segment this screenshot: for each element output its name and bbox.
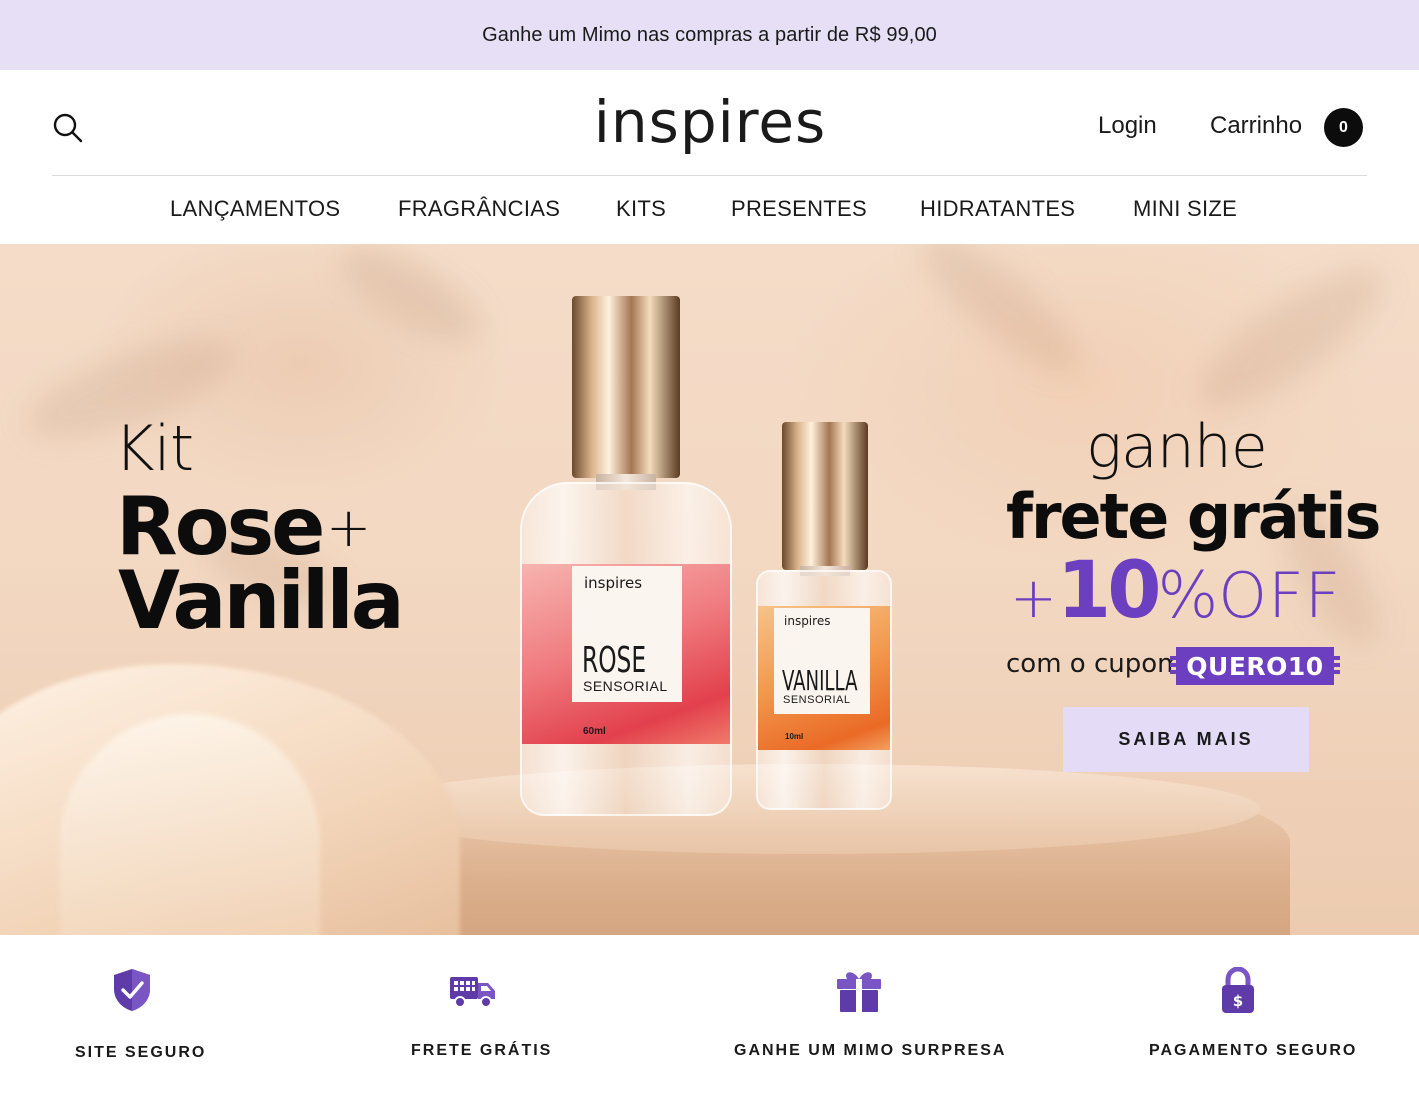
search-button[interactable] — [52, 112, 84, 144]
hero-banner[interactable]: inspires ROSE SENSORIAL 60ml inspires VA… — [0, 244, 1419, 935]
promo-text: Ganhe um Mimo nas compras a partir de R$… — [482, 23, 937, 46]
padlock-dollar-icon: $ — [1222, 967, 1254, 1013]
brand-logo[interactable]: inspires — [560, 88, 860, 156]
rose-label-name: ROSE — [582, 640, 647, 681]
hero-discount-line: +10%OFF — [1010, 546, 1341, 636]
rose-bottle-cap — [572, 296, 680, 478]
hero-vanilla-word: Vanilla — [118, 554, 405, 647]
features-strip: SITE SEGURO FRETE GRÁTIS GANHE UM MIMO S… — [0, 935, 1419, 1108]
nav-item-hidratantes[interactable]: HIDRATANTES — [920, 196, 1075, 222]
nav-item-lancamentos[interactable]: LANÇAMENTOS — [170, 196, 340, 222]
feature-label-pagamento-seguro: PAGAMENTO SEGURO — [1149, 1042, 1358, 1059]
leaf-shadow — [325, 244, 495, 360]
feature-label-mimo-surpresa: GANHE UM MIMO SURPRESA — [734, 1042, 1007, 1059]
coupon-caption: com o cupom — [1006, 649, 1183, 679]
vanilla-label-volume: 10ml — [785, 732, 804, 741]
main-nav: LANÇAMENTOS FRAGRÂNCIAS KITS PRESENTES H… — [0, 176, 1419, 244]
search-icon — [53, 113, 83, 143]
discount-off-text: OFF — [1218, 559, 1342, 632]
cart-link[interactable]: Carrinho — [1210, 112, 1302, 140]
login-link[interactable]: Login — [1098, 112, 1157, 140]
nav-item-kits[interactable]: KITS — [616, 196, 666, 222]
leaf-shadow — [904, 244, 1096, 392]
hero-kit-word: Kit — [114, 412, 194, 485]
vanilla-label-name: VANILLA — [782, 664, 858, 697]
cart-count-badge[interactable]: 0 — [1324, 108, 1363, 147]
feature-label-frete-gratis: FRETE GRÁTIS — [411, 1042, 553, 1059]
nav-item-fragrancias[interactable]: FRAGRÂNCIAS — [398, 196, 560, 222]
rose-label-sub: SENSORIAL — [583, 678, 668, 694]
discount-plus: + — [1010, 566, 1057, 631]
shield-check-icon — [114, 969, 150, 1011]
nav-item-mini-size[interactable]: MINI SIZE — [1133, 196, 1237, 222]
svg-text:$: $ — [1233, 992, 1243, 1010]
gift-icon — [837, 972, 881, 1012]
hero-frete-gratis-text: frete grátis — [1006, 480, 1381, 553]
vanilla-label-sub: SENSORIAL — [783, 694, 851, 706]
leaf-shadow — [1179, 247, 1401, 431]
hero-ganhe-text: ganhe — [1086, 412, 1268, 482]
coupon-code-tag: QUERO10 — [1170, 647, 1340, 685]
vanilla-label-brand: inspires — [784, 614, 831, 628]
rose-label-volume: 60ml — [583, 726, 606, 737]
feature-label-site-seguro: SITE SEGURO — [75, 1044, 207, 1061]
hero-plus-sign: + — [326, 496, 372, 559]
discount-number: 10 — [1056, 546, 1162, 636]
site-header: inspires Login Carrinho 0 — [0, 70, 1419, 177]
rose-label-brand: inspires — [584, 574, 643, 592]
vanilla-bottle-cap — [782, 422, 868, 570]
nav-item-presentes[interactable]: PRESENTES — [731, 196, 867, 222]
discount-percent: % — [1157, 559, 1219, 633]
saiba-mais-button[interactable]: SAIBA MAIS — [1063, 707, 1309, 772]
truck-icon — [450, 977, 495, 1008]
promo-bar: Ganhe um Mimo nas compras a partir de R$… — [0, 0, 1419, 70]
